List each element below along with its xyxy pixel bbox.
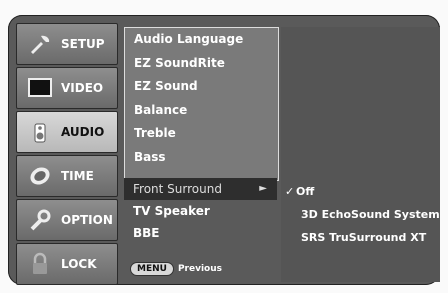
menu-item-ez-soundrite[interactable]: EZ SoundRite	[125, 52, 278, 76]
sidebar-item-audio[interactable]: AUDIO	[16, 111, 118, 153]
sidebar-item-label: LOCK	[61, 257, 97, 271]
lock-icon	[27, 252, 53, 276]
menu-item-audio-language[interactable]: Audio Language	[125, 28, 278, 52]
menu-button[interactable]: MENU	[130, 262, 174, 276]
menu-item-label: Front Surround	[133, 182, 222, 196]
submenu-panel: ✓ Off 3D EchoSound System SRS TruSurroun…	[281, 27, 440, 282]
audio-icon	[27, 120, 53, 144]
sidebar-item-option[interactable]: OPTION	[16, 199, 118, 241]
check-icon: ✓	[285, 185, 295, 198]
submenu-option-3d-echosound[interactable]: 3D EchoSound System	[301, 208, 440, 221]
menu-item-bass[interactable]: Bass	[125, 146, 278, 170]
submenu-option-srs-trusurround[interactable]: SRS TruSurround XT	[301, 231, 426, 244]
video-icon	[27, 76, 53, 100]
sidebar-item-label: AUDIO	[61, 125, 105, 139]
sidebar-item-video[interactable]: VIDEO	[16, 67, 118, 109]
sidebar-item-lock[interactable]: LOCK	[16, 243, 118, 285]
menu-item-balance[interactable]: Balance	[125, 99, 278, 123]
audio-menu: Audio Language EZ SoundRite EZ Sound Bal…	[124, 27, 279, 181]
arrow-right-icon: ►	[259, 183, 267, 194]
submenu-option-off[interactable]: Off	[296, 185, 314, 198]
menu-item-tv-speaker[interactable]: TV Speaker	[124, 200, 277, 222]
menu-footer: MENU Previous	[124, 258, 277, 280]
setup-icon	[27, 32, 53, 56]
sidebar-item-label: TIME	[61, 169, 94, 183]
option-icon	[27, 208, 53, 232]
time-icon	[27, 164, 53, 188]
previous-label: Previous	[177, 264, 222, 274]
menu-item-bbe[interactable]: BBE	[124, 222, 277, 244]
sidebar-item-label: VIDEO	[61, 81, 104, 95]
sidebar-item-time[interactable]: TIME	[16, 155, 118, 197]
menu-item-front-surround[interactable]: Front Surround ►	[124, 178, 277, 200]
sidebar: SETUP VIDEO AUDIO TIME OPTION LOCK	[16, 23, 118, 285]
sidebar-item-label: SETUP	[61, 37, 105, 51]
menu-item-treble[interactable]: Treble	[125, 122, 278, 146]
sidebar-item-label: OPTION	[61, 213, 113, 227]
menu-item-ez-sound[interactable]: EZ Sound	[125, 75, 278, 99]
sidebar-item-setup[interactable]: SETUP	[16, 23, 118, 65]
